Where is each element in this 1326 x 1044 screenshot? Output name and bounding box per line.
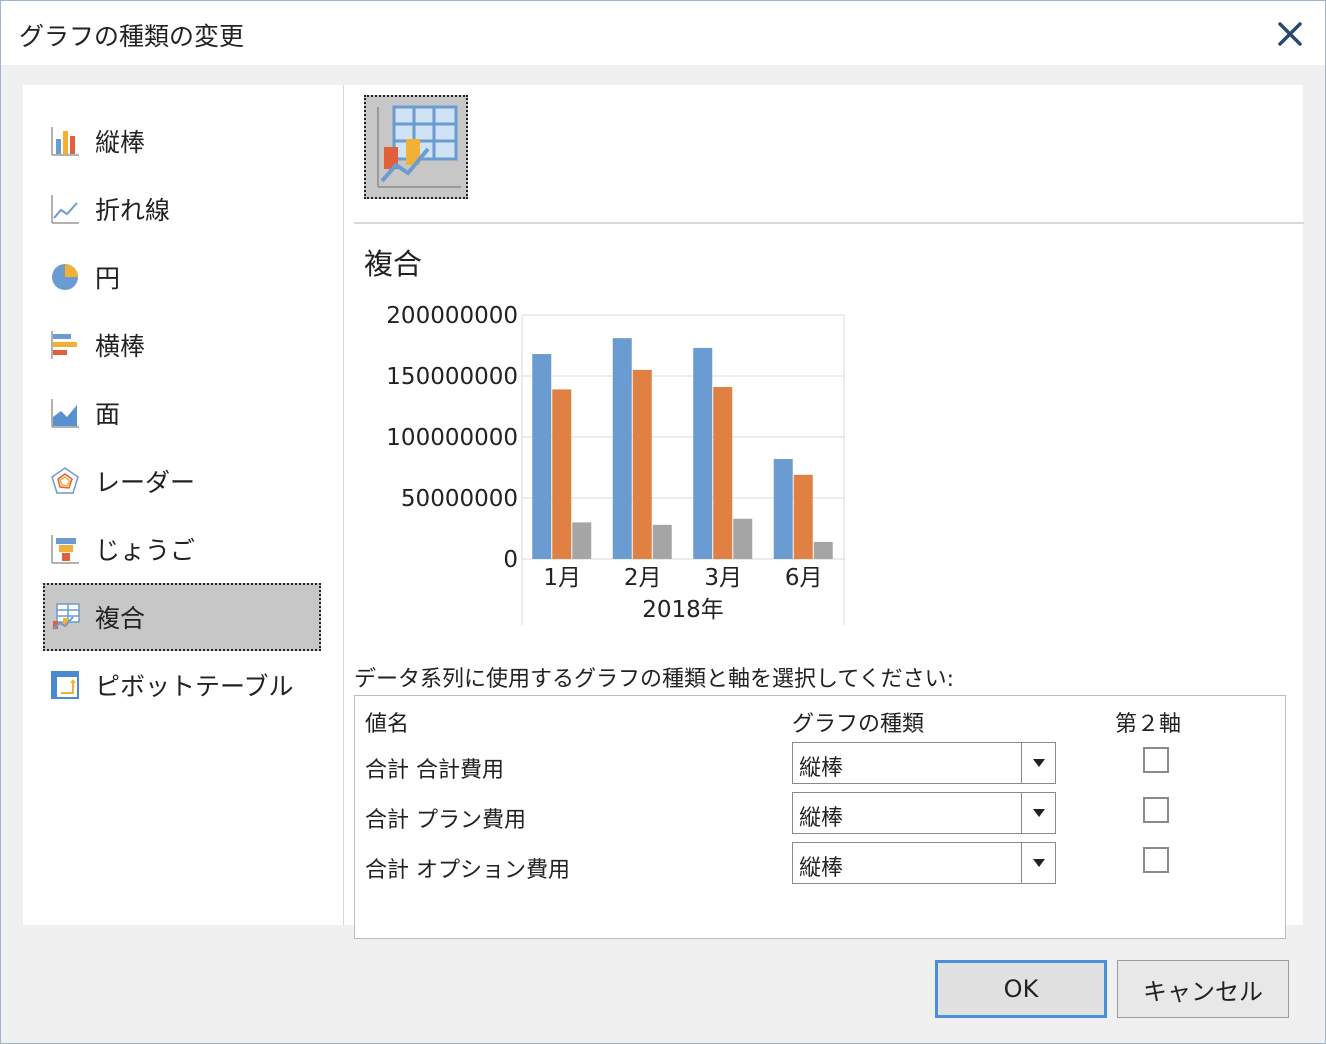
- chart-type-label: 面: [95, 400, 121, 429]
- bar: [813, 541, 833, 559]
- secondary-axis-checkbox[interactable]: [1143, 797, 1169, 823]
- bar: [773, 458, 793, 559]
- radar-chart-icon: [51, 467, 79, 494]
- chart-type-item-area[interactable]: 面: [43, 379, 321, 447]
- line-chart-icon: [51, 195, 79, 224]
- chart-settings-panel: 複合 0 50000000 100000000 150000000 200000000 1…: [343, 85, 1304, 939]
- chart-type-label: 折れ線: [95, 196, 171, 225]
- combo-chart-icon: [52, 603, 80, 630]
- chart-type-item-bar[interactable]: 横棒: [43, 311, 321, 379]
- series-settings-table: 値名 グラフの種類 第２軸 合計 合計費用 縦棒 合計 プラン費用 縦棒 合計 …: [354, 695, 1286, 939]
- cancel-button[interactable]: キャンセル: [1117, 960, 1289, 1018]
- chart-type-item-pie[interactable]: 円: [43, 243, 321, 311]
- combo-chart-thumbnail-icon: [377, 105, 461, 188]
- combo-chart-variant-thumbnail[interactable]: [364, 95, 468, 199]
- bar: [612, 338, 632, 559]
- dropdown-arrow[interactable]: [1021, 743, 1055, 783]
- x-tick-label: 1月: [543, 565, 581, 591]
- bar: [693, 347, 713, 559]
- bar: [713, 386, 733, 559]
- section-title: 複合: [364, 247, 423, 281]
- dialog-title: グラフの種類の変更: [19, 22, 245, 51]
- funnel-chart-icon: [51, 535, 79, 564]
- x-tick-label: 3月: [704, 565, 742, 591]
- change-chart-type-dialog: グラフの種類の変更 縦棒 折れ線 円 横棒 面 レーダー じょうご 複合 ピボッ…: [0, 0, 1326, 1044]
- area-chart-icon: [51, 399, 79, 428]
- series-row-name: 合計 オプション費用: [365, 858, 570, 883]
- pie-chart-icon: [52, 264, 78, 290]
- series-chart-type-select[interactable]: 縦棒: [792, 842, 1056, 884]
- title-bar: グラフの種類の変更: [1, 1, 1325, 65]
- header-secondary-axis: 第２軸: [1115, 712, 1182, 737]
- x-tick-label: 2月: [624, 565, 662, 591]
- y-tick-label: 0: [503, 547, 518, 573]
- secondary-axis-checkbox[interactable]: [1143, 747, 1169, 773]
- bar: [572, 522, 592, 559]
- y-tick-label: 50000000: [401, 486, 518, 512]
- chart-type-item-column[interactable]: 縦棒: [43, 107, 321, 175]
- chart-type-label: 縦棒: [95, 128, 146, 157]
- chart-type-label: 円: [95, 264, 121, 293]
- triangle-down-icon: [1032, 809, 1045, 817]
- chart-type-label: 横棒: [95, 332, 146, 361]
- divider: [354, 222, 1304, 224]
- select-value: 縦棒: [799, 856, 844, 881]
- preview-chart: 0 50000000 100000000 150000000 200000000 1月 2月…: [386, 303, 845, 625]
- chart-type-item-pivot-table[interactable]: ピボットテーブル: [43, 651, 321, 719]
- y-tick-label: 100000000: [386, 425, 518, 451]
- bar: [652, 524, 672, 559]
- triangle-down-icon: [1032, 759, 1045, 767]
- bar: [733, 518, 753, 559]
- bar: [552, 389, 572, 559]
- close-icon: [1278, 22, 1302, 46]
- chart-type-item-combo[interactable]: 複合: [43, 583, 321, 651]
- y-tick-label: 150000000: [386, 364, 518, 390]
- select-value: 縦棒: [799, 756, 844, 781]
- secondary-axis-checkbox[interactable]: [1143, 847, 1169, 873]
- x-group-label: 2018年: [642, 597, 724, 623]
- chart-type-label: レーダー: [95, 468, 196, 497]
- chart-type-label: 複合: [95, 604, 146, 633]
- bar-chart-icon: [51, 331, 77, 359]
- ok-button[interactable]: OK: [935, 960, 1107, 1018]
- instruction-text: データ系列に使用するグラフの種類と軸を選択してください:: [354, 667, 955, 692]
- bar: [793, 474, 813, 559]
- series-row-name: 合計 プラン費用: [365, 808, 526, 833]
- chart-type-list: 縦棒 折れ線 円 横棒 面 レーダー じょうご 複合 ピボットテーブル: [23, 85, 343, 925]
- bar: [632, 369, 652, 559]
- chart-type-item-radar[interactable]: レーダー: [43, 447, 321, 515]
- x-tick-label: 6月: [785, 565, 823, 591]
- y-tick-label: 200000000: [386, 303, 518, 329]
- chart-type-label: じょうご: [95, 536, 196, 565]
- series-chart-type-select[interactable]: 縦棒: [792, 792, 1056, 834]
- triangle-down-icon: [1032, 859, 1045, 867]
- chart-type-item-funnel[interactable]: じょうご: [43, 515, 321, 583]
- select-value: 縦棒: [799, 806, 844, 831]
- chart-type-label: ピボットテーブル: [95, 672, 294, 701]
- header-series-name: 値名: [365, 712, 410, 737]
- series-row-name: 合計 合計費用: [365, 758, 504, 783]
- header-chart-type: グラフの種類: [792, 712, 925, 737]
- pivot-table-icon: [51, 671, 79, 699]
- chart-type-item-line[interactable]: 折れ線: [43, 175, 321, 243]
- dropdown-arrow[interactable]: [1021, 843, 1055, 883]
- column-chart-icon: [51, 127, 79, 156]
- close-button[interactable]: [1275, 19, 1305, 49]
- dropdown-arrow[interactable]: [1021, 793, 1055, 833]
- bar: [532, 354, 552, 559]
- series-chart-type-select[interactable]: 縦棒: [792, 742, 1056, 784]
